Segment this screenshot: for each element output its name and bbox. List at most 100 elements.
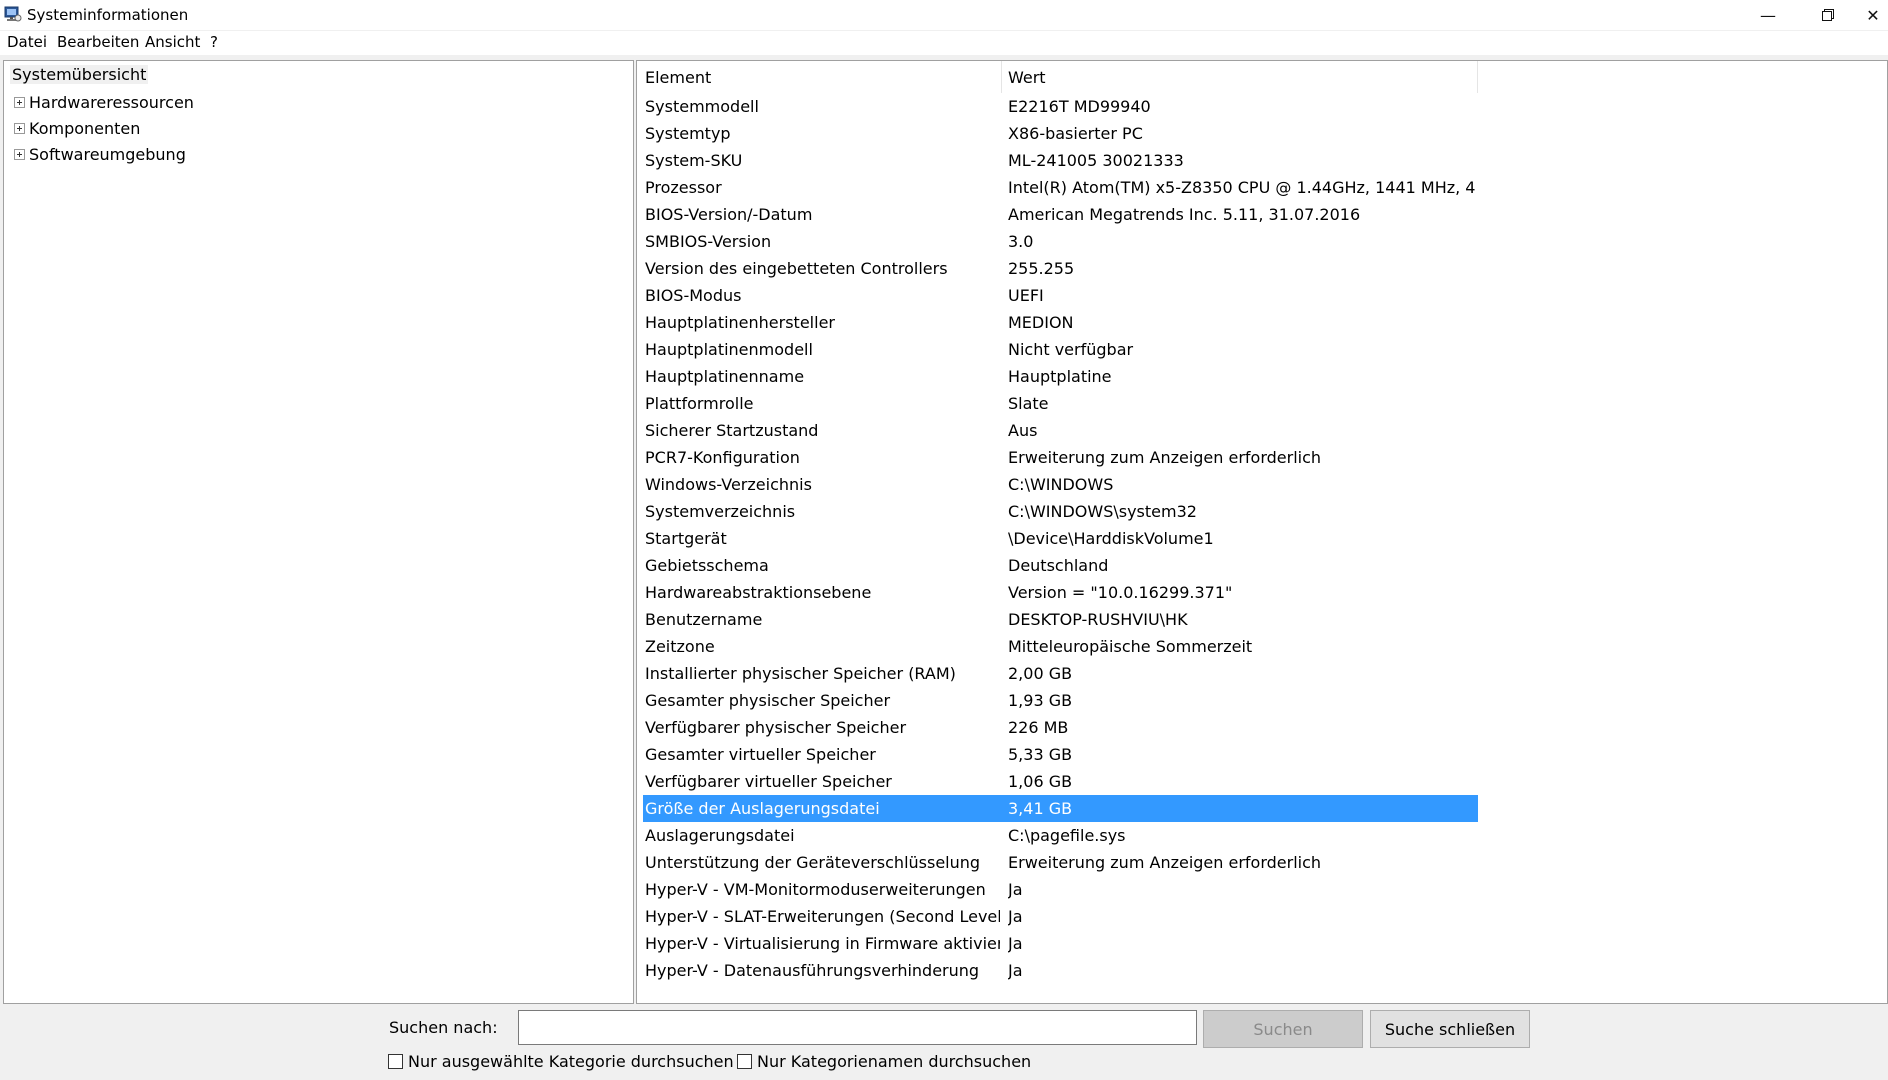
table-row[interactable]: Hauptplatinenhersteller MEDION xyxy=(643,309,1478,336)
tree-item-softwareumgebung[interactable]: Softwareumgebung xyxy=(14,143,186,165)
system-information-app-icon xyxy=(4,6,22,22)
cell-value: 5,33 GB xyxy=(1008,745,1073,764)
restore-button[interactable] xyxy=(1800,0,1856,30)
table-row[interactable]: Unterstützung der Geräteverschlüsselung E… xyxy=(643,849,1478,876)
cell-value: Ja xyxy=(1008,934,1023,953)
cell-value: C:\WINDOWS xyxy=(1008,475,1114,494)
table-row[interactable]: Systemtyp X86-basierter PC xyxy=(643,120,1478,147)
minimize-button[interactable]: — xyxy=(1740,0,1796,30)
cell-value: Erweiterung zum Anzeigen erforderlich xyxy=(1008,853,1322,872)
cell-element: Hyper-V - Virtualisierung in Firmware ak… xyxy=(645,934,1000,953)
expand-icon[interactable] xyxy=(14,122,25,134)
cell-element: Systemtyp xyxy=(645,124,731,143)
cell-element: Prozessor xyxy=(645,178,722,197)
table-row[interactable]: Windows-Verzeichnis C:\WINDOWS xyxy=(643,471,1478,498)
cell-element: BIOS-Modus xyxy=(645,286,742,305)
table-row[interactable]: Benutzername DESKTOP-RUSHVIU\HK xyxy=(643,606,1478,633)
column-header-wert[interactable]: Wert xyxy=(1002,61,1478,93)
cell-value: C:\WINDOWS\system32 xyxy=(1008,502,1197,521)
table-row[interactable]: SMBIOS-Version 3.0 xyxy=(643,228,1478,255)
cell-element: Hauptplatinenname xyxy=(645,367,805,386)
cell-element: Verfügbarer virtueller Speicher xyxy=(645,772,892,791)
table-row[interactable]: Prozessor Intel(R) Atom(TM) x5-Z8350 CPU … xyxy=(643,174,1478,201)
title-bar: Systeminformationen — ✕ xyxy=(0,0,1888,30)
option-category-names-label: Nur Kategorienamen durchsuchen xyxy=(757,1052,1032,1071)
cell-value: UEFI xyxy=(1008,286,1044,305)
cell-element: Version des eingebetteten Controllers xyxy=(645,259,948,278)
close-window-button[interactable]: ✕ xyxy=(1858,0,1888,30)
tree-item-hardwareressourcen[interactable]: Hardwareressourcen xyxy=(14,91,194,113)
expand-icon[interactable] xyxy=(14,96,25,108)
minimize-icon: — xyxy=(1760,5,1776,25)
cell-element: Windows-Verzeichnis xyxy=(645,475,812,494)
table-row[interactable]: Verfügbarer physischer Speicher 226 MB xyxy=(643,714,1478,741)
cell-value: American Megatrends Inc. 5.11, 31.07.201… xyxy=(1008,205,1361,224)
expand-icon[interactable] xyxy=(14,148,25,160)
checkbox-selected-category[interactable] xyxy=(388,1054,403,1069)
column-header-element[interactable]: Element xyxy=(637,61,1002,93)
checkbox-category-names[interactable] xyxy=(737,1054,752,1069)
menu-help[interactable]: ? xyxy=(210,33,218,51)
close-icon: ✕ xyxy=(1866,5,1880,25)
cell-element: Systemmodell xyxy=(645,97,759,116)
table-row[interactable]: Hauptplatinenname Hauptplatine xyxy=(643,363,1478,390)
table-row[interactable]: Plattformrolle Slate xyxy=(643,390,1478,417)
table-row[interactable]: Hyper-V - Datenausführungsverhinderung Ja xyxy=(643,957,1478,984)
cell-element: Hyper-V - SLAT-Erweiterungen (Second Lev… xyxy=(645,907,1000,926)
table-row[interactable]: Zeitzone Mitteleuropäische Sommerzeit xyxy=(643,633,1478,660)
search-input[interactable] xyxy=(518,1010,1197,1045)
table-row[interactable]: Systemmodell E2216T MD99940 xyxy=(643,93,1478,120)
cell-value: E2216T MD99940 xyxy=(1008,97,1151,116)
table-row[interactable]: Gesamter virtueller Speicher 5,33 GB xyxy=(643,741,1478,768)
table-row[interactable]: Installierter physischer Speicher (RAM) 2… xyxy=(643,660,1478,687)
menu-bearbeiten[interactable]: Bearbeiten xyxy=(57,33,139,51)
table-row[interactable]: System-SKU ML-241005 30021333 xyxy=(643,147,1478,174)
table-row[interactable]: BIOS-Modus UEFI xyxy=(643,282,1478,309)
cell-value: 255.255 xyxy=(1008,259,1075,278)
menu-ansicht[interactable]: Ansicht xyxy=(145,33,200,51)
table-row[interactable]: Hyper-V - VM-Monitormoduserweiterungen Ja xyxy=(643,876,1478,903)
table-row[interactable]: Gesamter physischer Speicher 1,93 GB xyxy=(643,687,1478,714)
cell-element: Größe der Auslagerungsdatei xyxy=(645,799,880,818)
cell-element: Startgerät xyxy=(645,529,727,548)
table-row[interactable]: Startgerät \Device\HarddiskVolume1 xyxy=(643,525,1478,552)
table-row[interactable]: BIOS-Version/-Datum American Megatrends I… xyxy=(643,201,1478,228)
cell-element: Zeitzone xyxy=(645,637,715,656)
cell-value: Deutschland xyxy=(1008,556,1109,575)
system-information-window: Systeminformationen — ✕ Datei Bearbeiten… xyxy=(0,0,1888,1080)
option-selected-category[interactable]: Nur ausgewählte Kategorie durchsuchen xyxy=(388,1052,734,1071)
table-row[interactable]: Auslagerungsdatei C:\pagefile.sys xyxy=(643,822,1478,849)
cell-value: Ja xyxy=(1008,907,1023,926)
cell-value: 3,41 GB xyxy=(1008,799,1073,818)
option-category-names[interactable]: Nur Kategorienamen durchsuchen xyxy=(737,1052,1031,1071)
restore-icon xyxy=(1822,9,1834,21)
table-row[interactable]: Hardwareabstraktionsebene Version = "10.0… xyxy=(643,579,1478,606)
cell-element: Systemverzeichnis xyxy=(645,502,796,521)
table-row[interactable]: Verfügbarer virtueller Speicher 1,06 GB xyxy=(643,768,1478,795)
cell-element: Sicherer Startzustand xyxy=(645,421,819,440)
menu-datei[interactable]: Datei xyxy=(7,33,47,51)
cell-element: Gesamter physischer Speicher xyxy=(645,691,891,710)
cell-value: C:\pagefile.sys xyxy=(1008,826,1126,845)
cell-element: SMBIOS-Version xyxy=(645,232,772,251)
cell-element: PCR7-Konfiguration xyxy=(645,448,800,467)
cell-value: MEDION xyxy=(1008,313,1074,332)
table-row[interactable]: Hyper-V - SLAT-Erweiterungen (Second Lev… xyxy=(643,903,1478,930)
table-row[interactable]: Größe der Auslagerungsdatei 3,41 GB xyxy=(643,795,1478,822)
table-row[interactable]: Gebietsschema Deutschland xyxy=(643,552,1478,579)
tree-item-label: Komponenten xyxy=(29,118,141,138)
table-row[interactable]: Hauptplatinenmodell Nicht verfügbar xyxy=(643,336,1478,363)
table-row[interactable]: Hyper-V - Virtualisierung in Firmware ak… xyxy=(643,930,1478,957)
table-row[interactable]: Sicherer Startzustand Aus xyxy=(643,417,1478,444)
tree-item-label: Hardwareressourcen xyxy=(29,92,194,112)
close-search-button[interactable]: Suche schließen xyxy=(1370,1010,1530,1048)
tree-item-systemuebersicht[interactable]: Systemübersicht xyxy=(10,65,149,84)
cell-element: Gebietsschema xyxy=(645,556,769,575)
option-selected-category-label: Nur ausgewählte Kategorie durchsuchen xyxy=(408,1052,734,1071)
table-row[interactable]: Version des eingebetteten Controllers 255… xyxy=(643,255,1478,282)
table-row[interactable]: PCR7-Konfiguration Erweiterung zum Anzeig… xyxy=(643,444,1478,471)
cell-value: DESKTOP-RUSHVIU\HK xyxy=(1008,610,1188,629)
tree-item-komponenten[interactable]: Komponenten xyxy=(14,117,140,139)
search-button[interactable]: Suchen xyxy=(1203,1010,1363,1048)
table-row[interactable]: Systemverzeichnis C:\WINDOWS\system32 xyxy=(643,498,1478,525)
